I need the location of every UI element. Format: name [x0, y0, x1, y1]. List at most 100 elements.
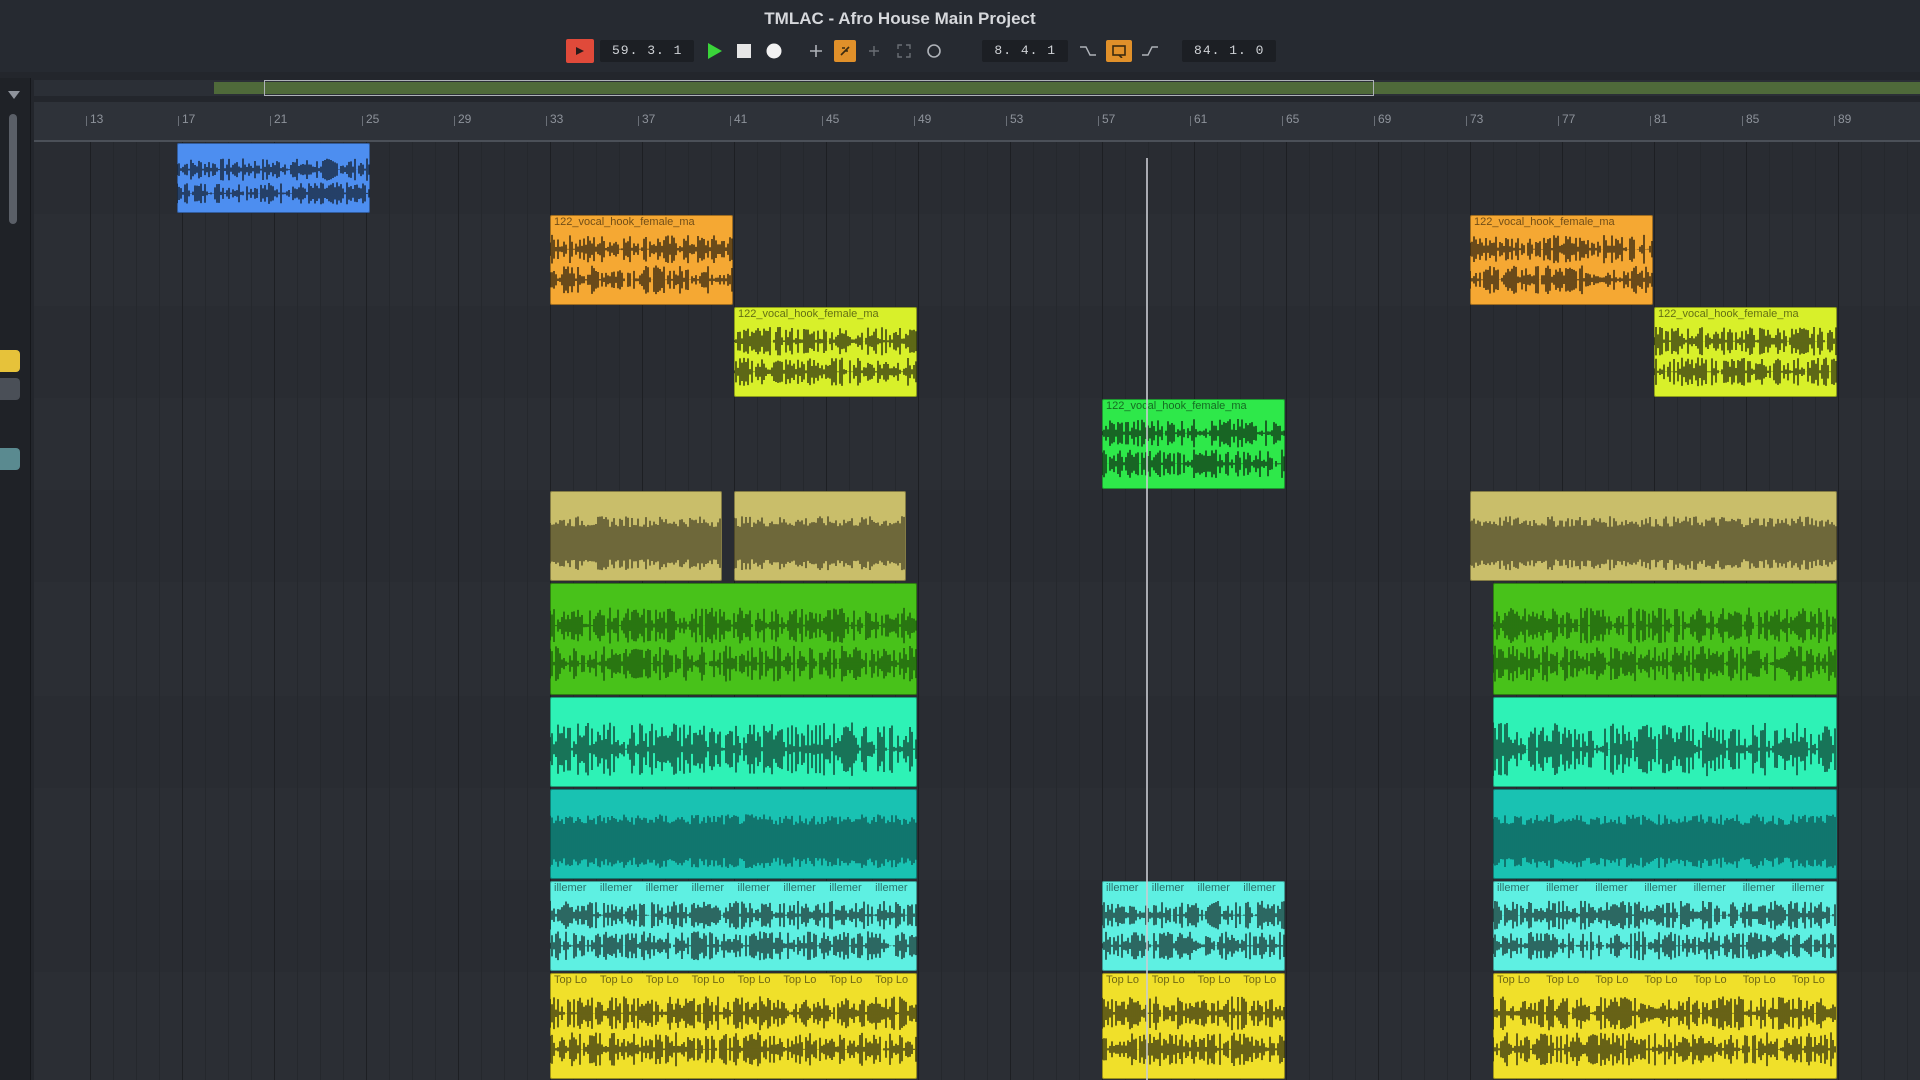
- clip-label: 122_vocal_hook_female_ma: [1474, 216, 1615, 228]
- collapse-arrow-icon[interactable]: [7, 90, 21, 100]
- clip-label: Top Lo: [1595, 974, 1629, 986]
- filler-clip[interactable]: illemer illemer illemer illemer illemer illem…: [1493, 881, 1837, 971]
- clip-label: illemer: [1243, 882, 1276, 894]
- grid-line: [1033, 142, 1034, 1080]
- vocal-hook-clip[interactable]: 122_vocal_hook_female_ma: [1470, 215, 1653, 305]
- clip-label: illemer: [1546, 882, 1579, 894]
- clip-label: illemer: [1151, 882, 1185, 894]
- ruler-bar-25: 25: [361, 112, 380, 126]
- loop-end-display[interactable]: 84. 1. 0: [1182, 40, 1277, 62]
- expand-icon[interactable]: [892, 39, 916, 63]
- clip-label: Top Lo: [1106, 974, 1140, 986]
- top-loop-clip[interactable]: Top Lo Top Lo Top Lo Top Lo Top Lo Top Lo Top …: [550, 973, 917, 1079]
- track-lane[interactable]: [34, 306, 1920, 399]
- grid-line: [320, 142, 321, 1080]
- ruler-bar-57: 57: [1097, 112, 1116, 126]
- filler-clip[interactable]: illemer illemer illemer illemer: [1102, 881, 1285, 971]
- clip-label: Top Lo: [1693, 974, 1727, 986]
- playhead[interactable]: [1146, 158, 1148, 1080]
- grid-line: [1332, 142, 1333, 1080]
- vocal-hook-clip[interactable]: 122_vocal_hook_female_ma: [550, 215, 733, 305]
- clip-label: illemer: [645, 882, 679, 894]
- green-loop-clip[interactable]: [550, 583, 917, 695]
- track-lane[interactable]: [34, 398, 1920, 491]
- aqua-loop-clip[interactable]: [1493, 697, 1837, 787]
- grid-line: [274, 142, 275, 1080]
- snap-icon[interactable]: [834, 40, 857, 62]
- punch-in-icon[interactable]: [1076, 39, 1100, 63]
- green-loop-clip[interactable]: [1493, 583, 1837, 695]
- scrollbar[interactable]: [9, 114, 17, 224]
- clip-label: illemer: [829, 882, 862, 894]
- add-icon[interactable]: [804, 39, 828, 63]
- clip-label: illemer: [1791, 882, 1825, 894]
- position-display[interactable]: 59. 3. 1: [600, 40, 695, 62]
- track-tab-teal[interactable]: [0, 448, 20, 470]
- punch-out-icon[interactable]: [1138, 39, 1162, 63]
- track-tab-grey[interactable]: [0, 378, 20, 400]
- clip-label: Top Lo: [1742, 974, 1776, 986]
- arrangement-overview[interactable]: [34, 80, 1920, 96]
- title-bar: TMLAC - Afro House Main Project 59. 3. 1: [0, 0, 1920, 72]
- track-tab-yellow[interactable]: [0, 350, 20, 372]
- clip-label: Top Lo: [645, 974, 679, 986]
- clip-label: Top Lo: [829, 974, 863, 986]
- ruler-bar-65: 65: [1281, 112, 1300, 126]
- clip-label: 122_vocal_hook_female_ma: [738, 308, 879, 320]
- clip-label: Top Lo: [1151, 974, 1185, 986]
- loop-circle-icon[interactable]: [922, 39, 946, 63]
- loop-start-display[interactable]: 8. 4. 1: [982, 40, 1069, 62]
- ruler-bar-69: 69: [1373, 112, 1392, 126]
- metronome-icon[interactable]: [862, 39, 886, 63]
- grid-line: [1378, 142, 1379, 1080]
- clip-label: Top Lo: [737, 974, 771, 986]
- clip-label: 122_vocal_hook_female_ma: [554, 216, 695, 228]
- olive-loop-clip[interactable]: [734, 491, 906, 581]
- ruler-bar-77: 77: [1557, 112, 1576, 126]
- grid-line: [251, 142, 252, 1080]
- clip-label: Top Lo: [691, 974, 725, 986]
- grid-line: [343, 142, 344, 1080]
- clip-label: Top Lo: [599, 974, 633, 986]
- grid-line: [527, 142, 528, 1080]
- record-mode-icon[interactable]: [566, 39, 594, 63]
- left-track-strip: [0, 78, 31, 1080]
- ruler-bar-61: 61: [1189, 112, 1208, 126]
- timeline-ruler[interactable]: 13 17 21 25 29 33 37 41 45 49 53 57 61 65 69 73 77 81 85 89: [34, 102, 1920, 142]
- ruler-bar-73: 73: [1465, 112, 1484, 126]
- blue-clip[interactable]: [177, 143, 370, 213]
- clip-label: illemer: [1693, 882, 1726, 894]
- loop-icon[interactable]: [1106, 40, 1133, 62]
- ruler-bar-45: 45: [821, 112, 840, 126]
- grid-line: [366, 142, 367, 1080]
- aqua-loop-clip[interactable]: [550, 697, 917, 787]
- ruler-bar-21: 21: [269, 112, 288, 126]
- teal-loop-clip[interactable]: [550, 789, 917, 879]
- top-loop-clip[interactable]: Top Lo Top Lo Top Lo Top Lo Top Lo Top Lo Top …: [1493, 973, 1837, 1079]
- play-icon[interactable]: [702, 39, 726, 63]
- olive-loop-clip[interactable]: [550, 491, 722, 581]
- grid-line: [987, 142, 988, 1080]
- vocal-hook-clip[interactable]: 122_vocal_hook_female_ma: [1102, 399, 1285, 489]
- grid-line: [1447, 142, 1448, 1080]
- teal-loop-clip[interactable]: [1493, 789, 1837, 879]
- clip-label: illemer: [1644, 882, 1677, 894]
- record-icon[interactable]: [762, 39, 786, 63]
- arrangement-tracks[interactable]: 122_vocal_hook_female_ma 122_vocal_hook_f…: [34, 142, 1920, 1080]
- clip-label: illemer: [599, 882, 633, 894]
- clip-label: illemer: [1595, 882, 1628, 894]
- stop-icon[interactable]: [732, 39, 756, 63]
- grid-line: [90, 142, 91, 1080]
- grid-line: [389, 142, 390, 1080]
- grid-line: [964, 142, 965, 1080]
- clip-label: illemer: [1106, 882, 1139, 894]
- filler-clip[interactable]: illemer illemer illemer illemer illemer illem…: [550, 881, 917, 971]
- vocal-hook-clip[interactable]: 122_vocal_hook_female_ma: [1654, 307, 1837, 397]
- grid-line: [458, 142, 459, 1080]
- vocal-hook-clip[interactable]: 122_vocal_hook_female_ma: [734, 307, 917, 397]
- clip-label: illemer: [875, 882, 908, 894]
- olive-loop-clip[interactable]: [1470, 491, 1837, 581]
- top-loop-clip[interactable]: Top Lo Top Lo Top Lo Top Lo: [1102, 973, 1285, 1079]
- grid-line: [1401, 142, 1402, 1080]
- clip-label: illemer: [1742, 882, 1776, 894]
